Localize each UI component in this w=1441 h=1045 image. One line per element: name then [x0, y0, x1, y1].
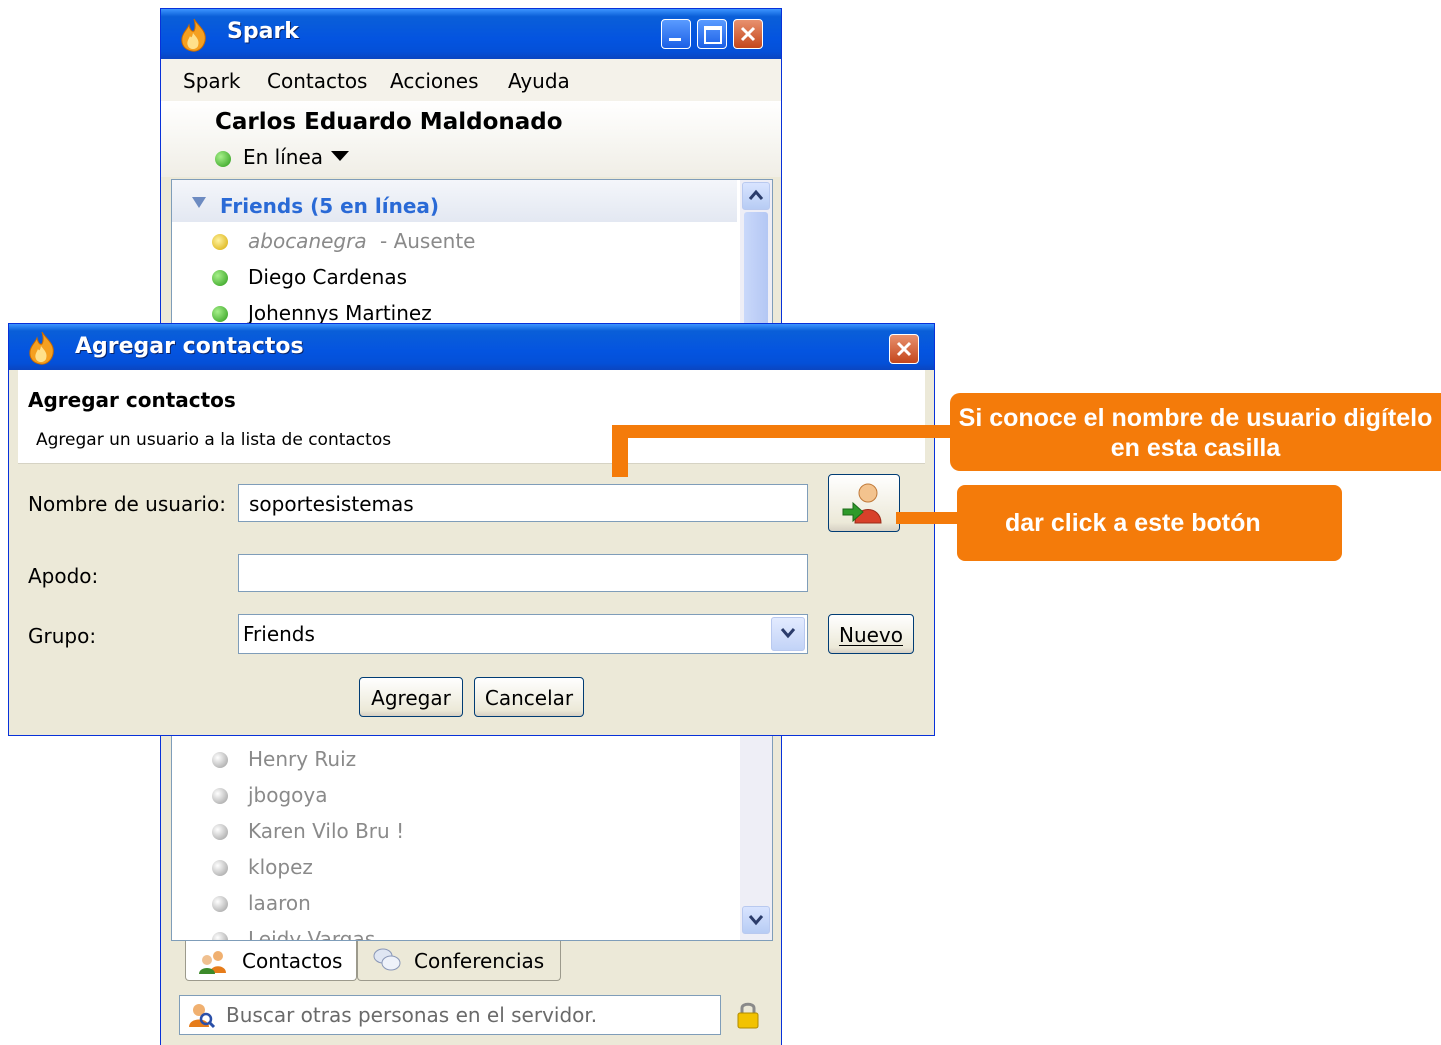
dialog-subheading: Agregar un usuario a la lista de contact…: [36, 430, 392, 450]
contacts-icon: [199, 951, 226, 974]
maximize-button[interactable]: [697, 19, 727, 49]
menu-bar: Spark Contactos Acciones Ayuda: [161, 59, 781, 101]
annotation-callout-button: dar click a este botón: [957, 485, 1342, 561]
contact-name: Leidy Vargas: [248, 927, 376, 941]
contact-name: jbogoya: [248, 783, 328, 807]
cancel-button-label: Cancelar: [484, 686, 574, 710]
annotation-connector: [896, 512, 960, 524]
status-dropdown-icon[interactable]: [331, 151, 349, 161]
new-group-label: Nuevo: [838, 623, 903, 647]
offline-status-icon: [212, 860, 228, 876]
add-user-icon: [842, 483, 882, 524]
contact-name: Diego Cardenas: [248, 265, 407, 289]
add-button[interactable]: Agregar: [359, 677, 463, 717]
menu-acciones[interactable]: Acciones: [390, 69, 479, 93]
dialog-close-button[interactable]: [889, 334, 919, 364]
annotation-callout-username: Si conoce el nombre de usuario digítelo …: [950, 393, 1441, 471]
close-icon: [896, 341, 912, 357]
group-expand-icon[interactable]: [192, 197, 206, 208]
menu-ayuda[interactable]: Ayuda: [508, 69, 570, 93]
username-value: soportesistemas: [249, 492, 414, 516]
user-header: Carlos Eduardo Maldonado En línea: [161, 101, 781, 177]
maximize-icon: [704, 26, 722, 44]
chevron-down-icon: [748, 915, 764, 926]
cancel-button[interactable]: Cancelar: [474, 677, 584, 717]
search-input[interactable]: Buscar otras personas en el servidor.: [179, 995, 721, 1035]
offline-status-icon: [212, 896, 228, 912]
contact-name: Karen Vilo Bru !: [248, 819, 405, 843]
contact-row[interactable]: jbogoya: [172, 778, 737, 814]
scroll-up-button[interactable]: [742, 182, 770, 210]
contact-name: Johennys Martinez: [248, 301, 432, 325]
contact-row[interactable]: abocanegra - Ausente: [172, 224, 737, 260]
group-header-friends[interactable]: Friends (5 en línea): [172, 180, 737, 222]
minimize-icon: [669, 38, 681, 41]
tab-bar: Contactos Conferencias: [171, 941, 773, 983]
close-button[interactable]: [733, 19, 763, 49]
away-status-icon: [212, 234, 228, 250]
dialog-title: Agregar contactos: [75, 334, 304, 359]
group-label: Grupo:: [28, 624, 97, 648]
user-name: Carlos Eduardo Maldonado: [215, 109, 563, 135]
add-contact-dialog: Agregar contactos Agregar contactos Agre…: [8, 323, 935, 736]
contact-row[interactable]: klopez: [172, 850, 737, 886]
spark-flame-icon: [29, 331, 54, 365]
spark-title-bar[interactable]: Spark: [161, 9, 781, 59]
online-status-icon: [212, 306, 228, 322]
contact-row[interactable]: Karen Vilo Bru !: [172, 814, 737, 850]
dialog-title-bar[interactable]: Agregar contactos: [9, 324, 934, 370]
search-user-icon: [189, 1004, 216, 1029]
lock-icon[interactable]: [735, 999, 761, 1031]
offline-status-icon: [212, 752, 228, 768]
online-status-icon: [215, 151, 231, 167]
contact-status-text: - Ausente: [380, 229, 476, 253]
contact-name: klopez: [248, 855, 313, 879]
username-label: Nombre de usuario:: [28, 492, 226, 516]
offline-status-icon: [212, 788, 228, 804]
dialog-header: Agregar contactos Agregar un usuario a l…: [18, 370, 925, 464]
group-label: Friends (5 en línea): [220, 194, 440, 218]
spark-flame-icon: [181, 18, 206, 52]
contact-name: laaron: [248, 891, 311, 915]
contact-name: Henry Ruiz: [248, 747, 357, 771]
offline-status-icon: [212, 824, 228, 840]
menu-spark[interactable]: Spark: [183, 69, 240, 93]
scroll-down-button[interactable]: [742, 906, 770, 934]
close-icon: [740, 26, 756, 42]
tab-conferencias[interactable]: Conferencias: [357, 941, 561, 981]
contact-name: abocanegra: [248, 229, 367, 253]
contact-row[interactable]: Leidy Vargas: [172, 922, 737, 941]
scroll-thumb[interactable]: [744, 212, 768, 332]
contact-row[interactable]: Diego Cardenas: [172, 260, 737, 296]
tab-label: Conferencias: [414, 949, 545, 973]
status-selector[interactable]: En línea: [243, 145, 323, 169]
contact-row[interactable]: laaron: [172, 886, 737, 922]
online-status-icon: [212, 270, 228, 286]
search-user-button[interactable]: [828, 474, 900, 532]
nickname-field[interactable]: [238, 554, 808, 592]
new-group-button[interactable]: Nuevo: [828, 614, 914, 654]
chevron-down-icon: [780, 628, 796, 639]
username-field[interactable]: soportesistemas: [238, 484, 808, 522]
dialog-body: Agregar contactos Agregar un usuario a l…: [18, 370, 925, 728]
nickname-label: Apodo:: [28, 564, 99, 588]
window-title: Spark: [227, 19, 299, 44]
menu-contactos[interactable]: Contactos: [267, 69, 367, 93]
tab-contactos[interactable]: Contactos: [185, 941, 357, 981]
annotation-connector: [612, 425, 952, 438]
conference-icon: [373, 948, 401, 971]
offline-status-icon: [212, 932, 228, 940]
group-dropdown-button[interactable]: [771, 617, 805, 651]
annotation-connector: [612, 425, 628, 477]
group-value: Friends: [243, 622, 315, 646]
dialog-heading: Agregar contactos: [28, 388, 236, 412]
add-button-label: Agregar: [371, 686, 451, 710]
group-select[interactable]: Friends: [238, 614, 808, 654]
tab-label: Contactos: [242, 949, 343, 973]
contact-row[interactable]: Henry Ruiz: [172, 742, 737, 778]
minimize-button[interactable]: [661, 19, 691, 49]
chevron-up-icon: [748, 189, 764, 200]
search-placeholder: Buscar otras personas en el servidor.: [226, 1003, 598, 1027]
